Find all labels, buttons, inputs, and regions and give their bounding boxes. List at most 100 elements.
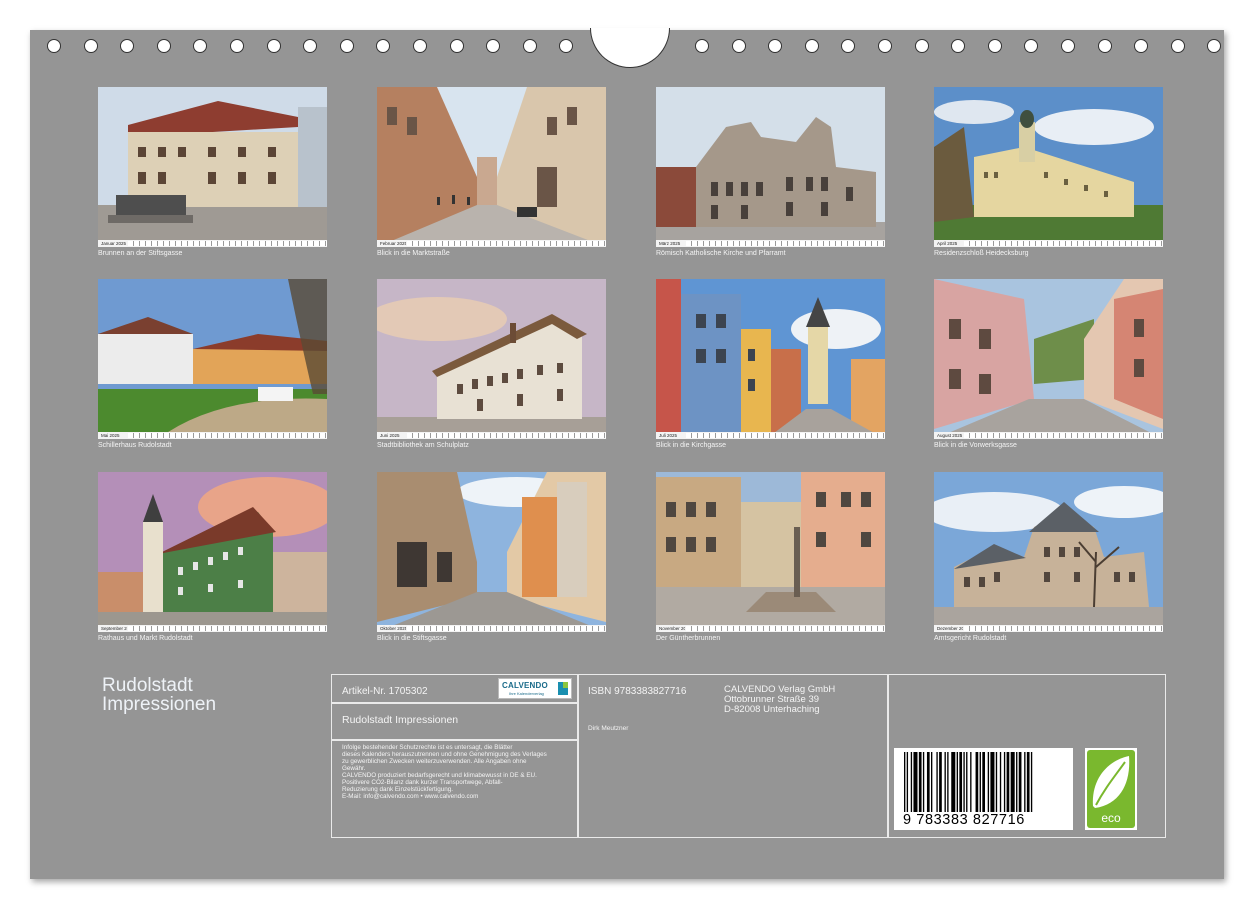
month-strip: Mai 2025 — [98, 432, 327, 439]
photo-maerz: März 2025 — [656, 87, 885, 247]
photo-caption: Rathaus und Markt Rudolstadt — [98, 635, 193, 642]
month-label: Januar 2025 — [101, 241, 127, 246]
title-line-2: Impressionen — [102, 694, 217, 715]
month-strip: Dezember 2025 — [934, 625, 1163, 632]
photo-caption: Blick in die Marktstraße — [377, 250, 450, 257]
binding-hole — [376, 39, 391, 53]
photo-mai: Mai 2025 — [98, 279, 327, 439]
binding-hole — [1097, 39, 1112, 53]
month-label: Oktober 2025 — [380, 626, 406, 631]
barcode: 9 783383 827716 — [894, 748, 1073, 830]
photo-juli: Juli 2025 — [656, 279, 885, 439]
legal-line: Gewähr. — [342, 765, 366, 772]
legal-line: zu gewerblichen Zwecken weiterzuverwende… — [342, 758, 527, 765]
photo-image — [656, 87, 885, 247]
photo-caption: Römisch Katholische Kirche und Pfarramt — [656, 250, 786, 257]
binding-hole — [914, 39, 929, 53]
month-label: März 2025 — [659, 241, 681, 246]
photo-image — [377, 472, 606, 632]
eco-label: eco — [1101, 811, 1121, 825]
photo-august: August 2025 — [934, 279, 1163, 439]
divider — [332, 702, 578, 704]
binding-hole — [156, 39, 171, 53]
calendar-title: Rudolstadt Impressionen — [102, 676, 216, 714]
photo-februar: Februar 2025 — [377, 87, 606, 247]
binding-hole — [731, 39, 746, 53]
logo-subtext: Ihre Kalenderverlag — [509, 691, 544, 696]
calendar-back-page: Januar 2025 Brunnen an der Stiftsgasse F… — [30, 28, 1224, 879]
photo-caption: Schillerhaus Rudolstadt — [98, 442, 172, 449]
binding-hole — [303, 39, 318, 53]
hanger-notch — [590, 28, 670, 68]
publisher-address: CALVENDO Verlag GmbH Ottobrunner Straße … — [724, 685, 835, 715]
photo-image — [656, 472, 885, 632]
month-label: Juli 2025 — [659, 433, 678, 438]
photo-januar: Januar 2025 — [98, 87, 327, 247]
photo-caption: Blick in die Stiftsgasse — [377, 635, 447, 642]
legal-line: Reduzierung dank Einzelstückfertigung. — [342, 786, 453, 793]
author: Dirk Meutzner — [588, 725, 629, 732]
binding-hole — [878, 39, 892, 53]
binding-hole — [987, 39, 1002, 53]
binding-hole — [768, 39, 783, 53]
photo-image — [377, 87, 606, 247]
photo-november: November 2025 — [656, 472, 885, 632]
info-panel: Artikel-Nr. 1705302 CALVENDO Ihre Kalend… — [331, 674, 1166, 838]
month-strip: September 2025 — [98, 625, 327, 632]
month-label: Dezember 2025 — [937, 626, 963, 631]
product-title: Rudolstadt Impressionen — [342, 714, 459, 726]
binding-hole — [83, 39, 98, 53]
photo-image — [98, 472, 327, 632]
binding-hole — [193, 39, 208, 53]
photo-image — [934, 472, 1163, 632]
legal-line: Positivere CO2-Bilanz dank kurzer Transp… — [342, 779, 503, 786]
binding-hole — [1170, 39, 1185, 53]
month-strip: November 2025 — [656, 625, 885, 632]
logo-text: CALVENDO — [502, 681, 548, 690]
photo-image — [98, 87, 327, 247]
month-strip: Juli 2025 — [656, 432, 885, 439]
binding-hole — [120, 39, 135, 53]
legal-line: Infolge bestehender Schutzrechte ist es … — [342, 744, 513, 751]
legal-notice: Infolge bestehender Schutzrechte ist es … — [342, 744, 582, 800]
month-strip: Oktober 2025 — [377, 625, 606, 632]
binding-hole — [449, 39, 464, 53]
title-line-1: Rudolstadt — [102, 675, 193, 696]
legal-line: E-Mail: info@calvendo.com • www.calvendo… — [342, 793, 479, 800]
eco-badge: eco — [1085, 748, 1137, 830]
binding-hole — [951, 39, 966, 53]
divider — [887, 675, 889, 837]
photo-juni: Juni 2025 — [377, 279, 606, 439]
month-label: November 2025 — [659, 626, 685, 631]
legal-line: CALVENDO produziert bedarfsgerecht und k… — [342, 772, 537, 779]
photo-image — [377, 279, 606, 439]
photo-caption: Blick in die Vorwerksgasse — [934, 442, 1017, 449]
binding-hole — [486, 39, 501, 53]
binding-hole — [522, 39, 537, 53]
photo-caption: Residenzschloß Heidecksburg — [934, 250, 1029, 257]
publisher-city: D-82008 Unterhaching — [724, 704, 820, 715]
binding-hole — [1024, 39, 1039, 53]
photo-september: September 2025 — [98, 472, 327, 632]
binding-hole — [804, 39, 819, 53]
month-strip: Februar 2025 — [377, 240, 606, 247]
binding-hole — [230, 39, 244, 53]
photo-oktober: Oktober 2025 — [377, 472, 606, 632]
month-label: September 2025 — [101, 626, 127, 631]
month-label: Juni 2025 — [380, 433, 400, 438]
binding-hole — [841, 39, 856, 53]
month-strip: Juni 2025 — [377, 432, 606, 439]
photo-caption: Blick in die Kirchgasse — [656, 442, 727, 449]
binding-hole — [1061, 39, 1075, 53]
barcode-number: 9 783383 827716 — [903, 812, 1025, 828]
binding-hole — [1134, 39, 1149, 53]
photo-image — [656, 279, 885, 439]
photo-image — [98, 279, 327, 439]
month-label: August 2025 — [937, 433, 963, 438]
isbn: ISBN 9783383827716 — [588, 686, 687, 697]
binding-hole — [266, 39, 281, 53]
photo-image — [934, 87, 1163, 247]
calvendo-logo: CALVENDO Ihre Kalenderverlag — [498, 678, 572, 699]
binding-hole — [1207, 39, 1222, 53]
month-label: April 2025 — [937, 241, 958, 246]
